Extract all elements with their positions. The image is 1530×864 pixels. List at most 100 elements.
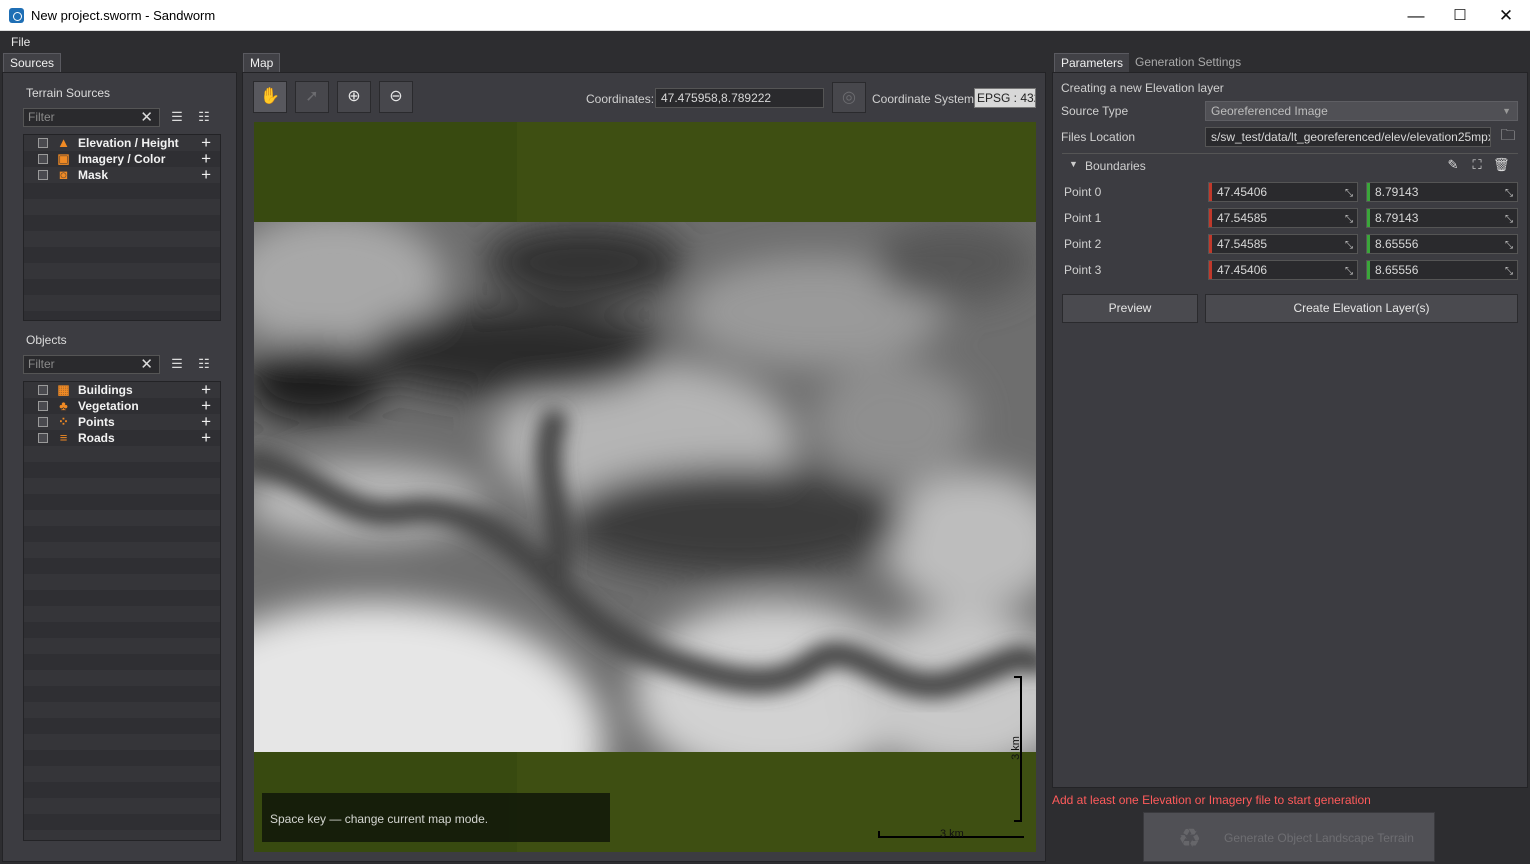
checkbox[interactable] [38, 138, 48, 148]
maximize-button[interactable]: ☐ [1437, 0, 1483, 31]
resize-icon[interactable]: ⤡ [1345, 263, 1353, 279]
checkbox[interactable] [38, 433, 48, 443]
boundaries-label: Boundaries [1085, 159, 1146, 173]
checkbox[interactable] [38, 154, 48, 164]
add-icon[interactable]: + [201, 428, 211, 448]
scale-tick [878, 831, 880, 838]
folder-icon[interactable]: 🗀 [1498, 128, 1518, 144]
list-item[interactable]: ⁘ Points + [24, 412, 220, 431]
expand-all-icon[interactable]: ☰ [169, 109, 185, 125]
lat-marker [1209, 209, 1212, 227]
lat-marker [1209, 235, 1212, 253]
horizontal-scale-label: 3 km [940, 828, 964, 840]
source-type-select[interactable]: Georeferenced Image ▼ [1205, 101, 1518, 121]
pencil-icon[interactable]: ✎ [1445, 157, 1461, 173]
menu-file[interactable]: File [11, 35, 30, 49]
point-0-lat-input[interactable]: 47.45406 ⤡ [1208, 182, 1358, 202]
select-tool-button[interactable]: ➚ [295, 81, 329, 113]
item-label: Buildings [78, 383, 133, 397]
collapse-arrow-icon[interactable]: ▼ [1069, 159, 1078, 169]
generate-terrain-button[interactable]: ♻ Generate Object Landscape Terrain [1143, 812, 1435, 862]
building-icon: ▦ [57, 382, 70, 397]
lat-marker [1209, 261, 1212, 279]
resize-icon[interactable]: ⤡ [1345, 237, 1353, 253]
item-label: Vegetation [78, 399, 139, 413]
resize-icon[interactable]: ⤡ [1345, 185, 1353, 201]
points-icon: ⁘ [58, 414, 69, 429]
minimize-button[interactable]: — [1393, 0, 1439, 31]
lat-marker [1209, 183, 1212, 201]
trash-icon[interactable]: 🗑 [1493, 157, 1510, 173]
point-0-label: Point 0 [1064, 185, 1102, 199]
elevation-preview [254, 222, 1036, 752]
list-item[interactable]: ♣ Vegetation + [24, 396, 220, 415]
list-item[interactable]: ▲ Elevation / Height + [24, 133, 220, 152]
checkbox[interactable] [38, 417, 48, 427]
coordinates-input[interactable]: 47.475958,8.789222 [655, 88, 824, 108]
scale-tick [1014, 676, 1022, 678]
point-1-lon-input[interactable]: 8.79143 ⤡ [1366, 208, 1518, 228]
lat-value: 47.45406 [1217, 263, 1268, 277]
parameters-panel [1052, 72, 1528, 788]
lon-marker [1367, 261, 1370, 279]
create-elevation-button[interactable]: Create Elevation Layer(s) [1205, 294, 1518, 323]
list-item[interactable]: ▣ Imagery / Color + [24, 149, 220, 168]
item-label: Points [78, 415, 115, 429]
list-item[interactable]: ◙ Mask + [24, 165, 220, 185]
zoom-out-button[interactable]: ⊖ [379, 81, 413, 113]
point-3-label: Point 3 [1064, 263, 1102, 277]
preview-button[interactable]: Preview [1062, 294, 1198, 323]
item-label: Elevation / Height [78, 136, 179, 150]
resize-icon[interactable]: ⤡ [1345, 211, 1353, 227]
resize-icon[interactable]: ⤡ [1505, 211, 1513, 227]
tab-sources[interactable]: Sources [3, 53, 62, 72]
lon-marker [1367, 235, 1370, 253]
point-3-lat-input[interactable]: 47.45406 ⤡ [1208, 260, 1358, 280]
checkbox[interactable] [38, 170, 48, 180]
tab-map[interactable]: Map [243, 53, 281, 72]
lon-marker [1367, 209, 1370, 227]
resize-icon[interactable]: ⤡ [1505, 237, 1513, 253]
list-item[interactable]: ▦ Buildings + [24, 380, 220, 399]
checkbox[interactable] [38, 385, 48, 395]
globe-button[interactable]: ◎ [832, 82, 866, 113]
terrain-filter-input[interactable]: Filter ✕ [23, 108, 160, 127]
files-location-input[interactable]: s/sw_test/data/lt_georeferenced/elev/ele… [1205, 127, 1491, 147]
objects-filter-input[interactable]: Filter ✕ [23, 355, 160, 374]
expand-all-icon[interactable]: ☰ [169, 356, 185, 372]
bounding-box-icon[interactable]: ⛶ [1469, 157, 1485, 173]
warning-message: Add at least one Elevation or Imagery fi… [1052, 793, 1371, 807]
point-3-lon-input[interactable]: 8.65556 ⤡ [1366, 260, 1518, 280]
point-1-lat-input[interactable]: 47.54585 ⤡ [1208, 208, 1358, 228]
collapse-all-icon[interactable]: ☷ [196, 109, 212, 125]
point-1-label: Point 1 [1064, 211, 1102, 225]
item-label: Imagery / Color [78, 152, 166, 166]
tab-generation-settings[interactable]: Generation Settings [1129, 53, 1248, 72]
collapse-all-icon[interactable]: ☷ [196, 356, 212, 372]
tab-parameters[interactable]: Parameters [1054, 53, 1131, 72]
item-label: Mask [78, 168, 109, 182]
resize-icon[interactable]: ⤡ [1505, 263, 1513, 279]
add-icon[interactable]: + [201, 165, 211, 185]
clear-icon[interactable]: ✕ [140, 109, 153, 126]
point-0-lon-input[interactable]: 8.79143 ⤡ [1366, 182, 1518, 202]
app-icon [9, 8, 24, 23]
resize-icon[interactable]: ⤡ [1505, 185, 1513, 201]
list-item[interactable]: ≡ Roads + [24, 428, 220, 448]
map-canvas[interactable]: 3 km 3 km Space key — change current map… [254, 122, 1036, 852]
pan-tool-button[interactable]: ✋ [253, 81, 287, 113]
item-label: Roads [78, 431, 115, 445]
mask-icon: ◙ [59, 167, 68, 182]
zoom-in-button[interactable]: ⊕ [337, 81, 371, 113]
coordinate-system-input[interactable]: EPSG : 4326 [974, 88, 1036, 108]
checkbox[interactable] [38, 401, 48, 411]
map-mode-hint: Space key — change current map mode. [262, 793, 610, 842]
lat-value: 47.54585 [1217, 237, 1268, 251]
title-bar: New project.sworm - Sandworm — ☐ ✕ [0, 0, 1530, 31]
point-2-lat-input[interactable]: 47.54585 ⤡ [1208, 234, 1358, 254]
objects-list: ▦ Buildings + ♣ Vegetation + ⁘ Points + … [23, 380, 221, 841]
lon-value: 8.65556 [1375, 237, 1419, 251]
close-button[interactable]: ✕ [1483, 0, 1529, 31]
clear-icon[interactable]: ✕ [140, 356, 153, 373]
point-2-lon-input[interactable]: 8.65556 ⤡ [1366, 234, 1518, 254]
